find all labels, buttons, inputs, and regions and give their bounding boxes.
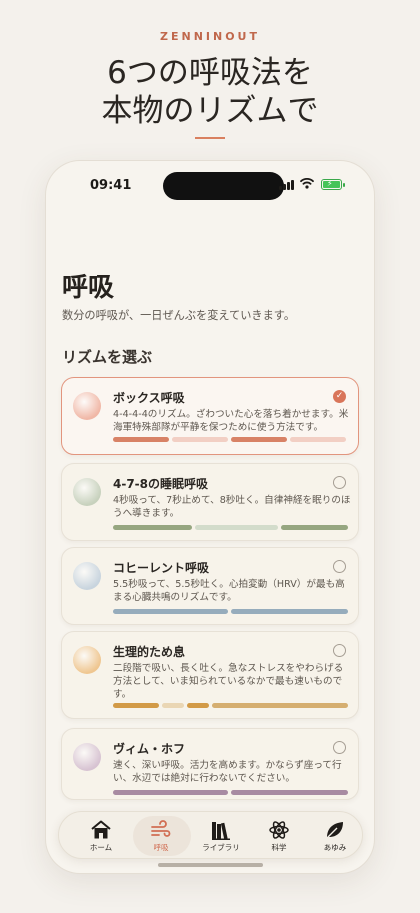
tab-progress-label: あゆみ xyxy=(323,843,347,852)
technique-name: 4-7-8の睡眠呼吸 xyxy=(113,477,209,491)
technique-description: 速く、深い呼吸。活力を高めます。かならず座って行い、水辺では絶対に行わないでくだ… xyxy=(113,760,342,784)
technique-description: 二段階で吸い、長く吐く。急なストレスをやわらげる方法として、いま知られているなか… xyxy=(113,663,344,700)
hero-headline: 6つの呼吸法を 本物のリズムで xyxy=(0,54,420,130)
tab-progress[interactable]: あゆみ xyxy=(307,812,363,860)
rhythm-bars xyxy=(113,437,348,442)
hero-line-1: 6つの呼吸法を xyxy=(107,55,313,91)
technique-card[interactable]: ヴィム・ホフ速く、深い呼吸。活力を高めます。かならず座って行い、水辺では絶対に行… xyxy=(61,728,359,800)
rhythm-segment xyxy=(231,437,287,442)
rhythm-segment xyxy=(231,790,348,795)
tab-library[interactable]: ライブラリ xyxy=(193,812,249,860)
atom-icon xyxy=(269,821,289,839)
tab-breath[interactable]: 呼吸 xyxy=(133,812,191,860)
tab-bar: ホーム 呼吸 ライブラリ 科学 あゆみ xyxy=(58,811,363,859)
technique-card[interactable]: ボックス呼吸 4-4-4-4のリズム。ざわついた心を落ち着かせます。米海軍特殊部隊… xyxy=(61,377,359,455)
technique-description: 5.5秒吸って、5.5秒吐く。心拍変動（HRV）が最も高まる心臓共鳴のリズムです… xyxy=(113,579,345,603)
tab-science[interactable]: 科学 xyxy=(251,812,307,860)
rhythm-segment xyxy=(113,437,169,442)
rhythm-segment xyxy=(187,703,209,708)
rhythm-segment xyxy=(113,703,159,708)
battery-icon: ⚡ xyxy=(321,179,345,190)
tab-breath-label: 呼吸 xyxy=(153,843,169,852)
home-icon xyxy=(91,820,111,839)
technique-name: ヴィム・ホフ xyxy=(113,742,186,756)
technique-card[interactable]: 4-7-8の睡眠呼吸 4秒吸って、7秒止めて、8秒吐く。自律神経を眠りのほうへ導き… xyxy=(61,463,359,541)
section-title: リズムを選ぶ xyxy=(62,348,153,366)
signal-icon xyxy=(279,180,295,190)
rhythm-segment xyxy=(231,609,348,614)
tab-library-label: ライブラリ xyxy=(202,843,240,852)
wind-icon xyxy=(151,820,171,837)
tab-home[interactable]: ホーム xyxy=(73,812,129,860)
home-indicator xyxy=(158,863,263,867)
brand-label: ZENNINOUT xyxy=(160,30,260,43)
rhythm-segment xyxy=(290,437,346,442)
dynamic-island xyxy=(163,172,284,200)
rhythm-segment xyxy=(162,703,184,708)
radio-button[interactable] xyxy=(333,644,346,657)
radio-button[interactable] xyxy=(333,560,346,573)
rhythm-segment xyxy=(172,437,228,442)
technique-description: 4秒吸って、7秒止めて、8秒吐く。自律神経を眠りのほうへ導きます。 xyxy=(113,495,351,519)
status-bar: 09:41 ⚡ xyxy=(46,161,374,211)
tab-home-label: ホーム xyxy=(89,843,113,852)
page-subtitle: 数分の呼吸が、一日ぜんぶを変えていきます。 xyxy=(62,309,296,322)
radio-button[interactable] xyxy=(333,476,346,489)
rhythm-segment xyxy=(113,525,192,530)
rhythm-segment xyxy=(113,790,228,795)
technique-name: コヒーレント呼吸 xyxy=(113,561,210,575)
phone-frame: 09:41 ⚡ 呼吸 数分の呼吸が、一日ぜんぶを変えていきます。 リズムを選ぶ … xyxy=(46,161,374,873)
radio-button[interactable] xyxy=(333,741,346,754)
page-title: 呼吸 xyxy=(62,273,115,303)
technique-name: 生理的ため息 xyxy=(113,645,186,659)
technique-name: ボックス呼吸 xyxy=(113,391,185,405)
wifi-icon xyxy=(300,178,314,189)
rhythm-segment xyxy=(113,609,228,614)
status-time: 09:41 xyxy=(90,178,132,193)
technique-card[interactable]: コヒーレント呼吸 5.5秒吸って、5.5秒吐く。心拍変動（HRV）が最も高まる心臓… xyxy=(61,547,359,625)
technique-description: 4-4-4-4のリズム。ざわついた心を落ち着かせます。米海軍特殊部隊が平静を保つ… xyxy=(113,409,349,433)
tab-science-label: 科学 xyxy=(271,843,287,852)
rhythm-bars xyxy=(113,525,348,530)
check-icon[interactable]: ✓ xyxy=(333,390,346,403)
rhythm-segment xyxy=(280,525,348,530)
technique-color-dot xyxy=(73,562,101,590)
leaf-icon xyxy=(326,822,343,839)
rhythm-bars xyxy=(113,609,348,614)
rhythm-bars xyxy=(113,703,348,708)
technique-color-dot xyxy=(73,478,101,506)
technique-color-dot xyxy=(73,646,101,674)
technique-color-dot xyxy=(73,743,101,771)
technique-card[interactable]: 生理的ため息二段階で吸い、長く吐く。急なストレスをやわらげる方法として、いま知ら… xyxy=(61,631,359,719)
accent-divider xyxy=(195,137,225,139)
rhythm-segment xyxy=(194,525,278,530)
rhythm-bars xyxy=(113,790,348,795)
technique-color-dot xyxy=(73,392,101,420)
hero-line-2: 本物のリズムで xyxy=(101,93,319,129)
books-icon xyxy=(212,822,230,840)
rhythm-segment xyxy=(212,703,348,708)
